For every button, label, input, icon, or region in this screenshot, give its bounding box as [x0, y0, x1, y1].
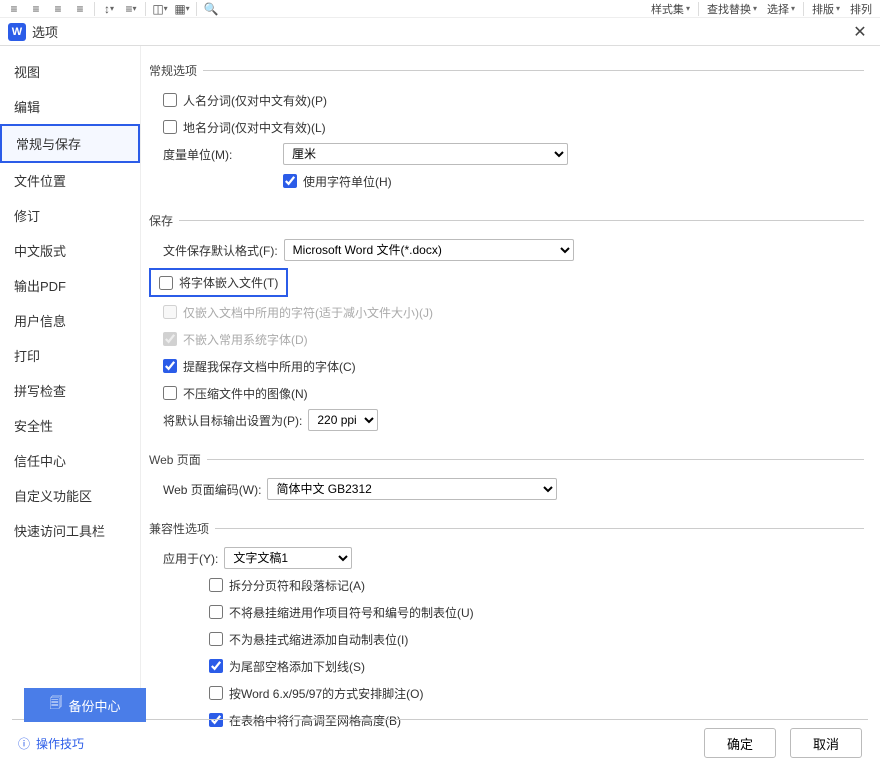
sidebar-item-edit[interactable]: 编辑: [0, 89, 140, 124]
cancel-button[interactable]: 取消: [790, 728, 862, 758]
compat-group: 兼容性选项 应用于(Y): 文字文稿1 拆分分页符和段落标记(A) 不将悬挂缩进…: [149, 520, 864, 743]
align-justify-icon[interactable]: ≡: [70, 1, 90, 17]
default-target-label: 将默认目标输出设置为(P):: [163, 412, 302, 429]
ok-button[interactable]: 确定: [704, 728, 776, 758]
tips-link[interactable]: ⓘ 操作技巧: [18, 735, 84, 752]
align-center-icon[interactable]: ≡: [26, 1, 46, 17]
sidebar-item-view[interactable]: 视图: [0, 54, 140, 89]
compat-opt-1[interactable]: 不将悬挂缩进用作项目符号和编号的制表位(U): [209, 604, 474, 621]
remind-fonts-checkbox[interactable]: 提醒我保存文档中所用的字体(C): [163, 358, 356, 375]
sidebar-item-customize-ribbon[interactable]: 自定义功能区: [0, 478, 140, 513]
close-icon[interactable]: ✕: [848, 20, 872, 44]
align-left-icon[interactable]: ≡: [4, 1, 24, 17]
format-painter-icon[interactable]: ◫▾: [150, 1, 170, 17]
default-format-label: 文件保存默认格式(F):: [163, 242, 278, 259]
compat-apply-select[interactable]: 文字文稿1: [224, 547, 352, 569]
compat-opt-0[interactable]: 拆分分页符和段落标记(A): [209, 577, 365, 594]
sidebar-item-spellcheck[interactable]: 拼写检查: [0, 373, 140, 408]
default-target-select[interactable]: 220 ppi: [308, 409, 378, 431]
save-group: 保存 文件保存默认格式(F): Microsoft Word 文件(*.docx…: [149, 212, 864, 443]
no-system-fonts-checkbox: 不嵌入常用系统字体(D): [163, 331, 308, 348]
align-right-icon[interactable]: ≡: [48, 1, 68, 17]
sidebar-item-revisions[interactable]: 修订: [0, 198, 140, 233]
search-icon[interactable]: 🔍: [201, 1, 221, 17]
compat-opt-3[interactable]: 为尾部空格添加下划线(S): [209, 658, 365, 675]
embed-only-used-checkbox: 仅嵌入文档中所用的字符(适于减小文件大小)(J): [163, 304, 433, 321]
sidebar-item-general-save[interactable]: 常规与保存: [0, 124, 140, 163]
embed-fonts-highlight: 将字体嵌入文件(T): [149, 268, 288, 297]
compat-legend: 兼容性选项: [149, 520, 215, 537]
backup-icon: 🗐: [49, 694, 62, 716]
app-logo-icon: W: [8, 23, 26, 41]
list-bullet-icon[interactable]: ≡▾: [121, 1, 141, 17]
name-split-checkbox[interactable]: 人名分词(仅对中文有效)(P): [163, 92, 327, 109]
sidebar-item-trust-center[interactable]: 信任中心: [0, 443, 140, 478]
info-icon: ⓘ: [18, 735, 30, 752]
web-legend: Web 页面: [149, 451, 207, 468]
styleset-button[interactable]: 样式集▾: [647, 1, 694, 17]
compat-opt-5[interactable]: 在表格中将行高调至网格高度(B): [209, 712, 401, 729]
no-compress-img-checkbox[interactable]: 不压缩文件中的图像(N): [163, 385, 308, 402]
sidebar-item-user-info[interactable]: 用户信息: [0, 303, 140, 338]
arrange1-button[interactable]: 排版▾: [808, 1, 844, 17]
title-bar: W 选项 ✕: [0, 18, 880, 46]
compat-opt-4[interactable]: 按Word 6.x/95/97的方式安排脚注(O): [209, 685, 424, 702]
default-format-select[interactable]: Microsoft Word 文件(*.docx): [284, 239, 574, 261]
sidebar: 视图 编辑 常规与保存 文件位置 修订 中文版式 输出PDF 用户信息 打印 拼…: [0, 46, 140, 718]
arrange2-button[interactable]: 排列: [846, 1, 876, 17]
unit-select[interactable]: 厘米: [283, 143, 568, 165]
compat-opt-2[interactable]: 不为悬挂式缩进添加自动制表位(I): [209, 631, 408, 648]
unit-label: 度量单位(M):: [163, 146, 283, 163]
sidebar-item-export-pdf[interactable]: 输出PDF: [0, 268, 140, 303]
sidebar-item-security[interactable]: 安全性: [0, 408, 140, 443]
use-char-unit-checkbox[interactable]: 使用字符单位(H): [283, 173, 392, 190]
dialog-title: 选项: [32, 22, 848, 41]
find-replace-button[interactable]: 查找替换▾: [703, 1, 761, 17]
table-icon[interactable]: ▦▾: [172, 1, 192, 17]
backup-center-button[interactable]: 🗐 备份中心: [24, 688, 146, 722]
content-panel: 常规选项 人名分词(仅对中文有效)(P) 地名分词(仅对中文有效)(L) 度量单…: [140, 46, 880, 718]
compat-apply-label: 应用于(Y):: [163, 550, 218, 567]
general-legend: 常规选项: [149, 62, 203, 79]
web-encoding-label: Web 页面编码(W):: [163, 481, 261, 498]
top-toolbar: ≡ ≡ ≡ ≡ ↕▾ ≡▾ ◫▾ ▦▾ 🔍 样式集▾ 查找替换▾ 选择▾ 排版▾…: [0, 0, 880, 18]
save-legend: 保存: [149, 212, 179, 229]
select-button[interactable]: 选择▾: [763, 1, 799, 17]
place-split-checkbox[interactable]: 地名分词(仅对中文有效)(L): [163, 119, 326, 136]
web-group: Web 页面 Web 页面编码(W): 简体中文 GB2312: [149, 451, 864, 512]
web-encoding-select[interactable]: 简体中文 GB2312: [267, 478, 557, 500]
sidebar-item-print[interactable]: 打印: [0, 338, 140, 373]
general-group: 常规选项 人名分词(仅对中文有效)(P) 地名分词(仅对中文有效)(L) 度量单…: [149, 62, 864, 204]
sidebar-item-cjk-layout[interactable]: 中文版式: [0, 233, 140, 268]
line-spacing-icon[interactable]: ↕▾: [99, 1, 119, 17]
sidebar-item-file-location[interactable]: 文件位置: [0, 163, 140, 198]
sidebar-item-quick-access[interactable]: 快速访问工具栏: [0, 513, 140, 548]
embed-fonts-checkbox[interactable]: 将字体嵌入文件(T): [159, 274, 278, 291]
